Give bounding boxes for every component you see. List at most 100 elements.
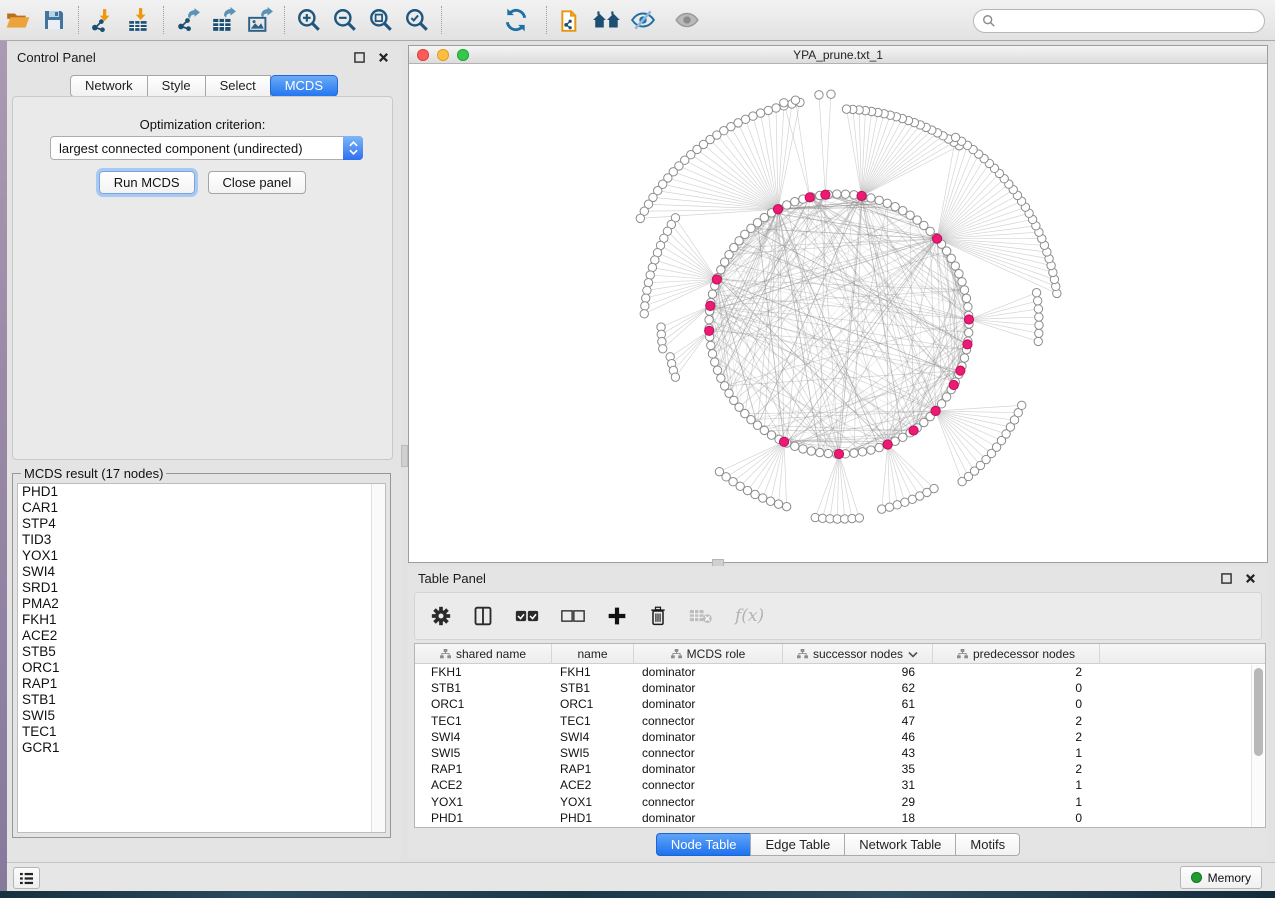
graph-node[interactable] [885, 503, 893, 511]
graph-node[interactable] [1034, 337, 1042, 345]
graph-node[interactable] [636, 214, 644, 222]
graph-node[interactable] [855, 514, 863, 522]
graph-node[interactable] [766, 497, 774, 505]
save-session-button[interactable] [36, 3, 72, 37]
function-builder-icon[interactable]: f(x) [735, 606, 764, 626]
tab-select[interactable]: Select [205, 75, 271, 97]
graph-node[interactable] [816, 448, 824, 456]
table-scrollbar-thumb[interactable] [1254, 668, 1263, 756]
graph-hub-node[interactable] [931, 406, 940, 415]
delete-table-button[interactable] [689, 601, 713, 631]
mcds-result-item[interactable]: RAP1 [18, 676, 385, 692]
graph-node[interactable] [791, 442, 799, 450]
graph-node[interactable] [841, 190, 849, 198]
graph-node[interactable] [1034, 305, 1042, 313]
vertical-splitter[interactable] [401, 45, 408, 862]
hide-selected-button[interactable] [625, 3, 661, 37]
graph-node[interactable] [646, 271, 654, 279]
graph-node[interactable] [867, 446, 875, 454]
graph-node[interactable] [878, 505, 886, 513]
graph-node[interactable] [782, 502, 790, 510]
graph-hub-node[interactable] [857, 191, 866, 200]
graph-node[interactable] [1033, 297, 1041, 305]
graph-node[interactable] [827, 90, 835, 98]
mcds-result-item[interactable]: CAR1 [18, 500, 385, 516]
mcds-result-item[interactable]: STB5 [18, 644, 385, 660]
graph-node[interactable] [705, 316, 713, 324]
table-row[interactable]: RAP1RAP1dominator352 [415, 761, 1265, 777]
float-panel-icon[interactable] [351, 49, 367, 65]
graph-node[interactable] [791, 198, 799, 206]
column-header-shared-name[interactable]: shared name [415, 644, 552, 664]
graph-node[interactable] [717, 374, 725, 382]
graph-node[interactable] [642, 294, 650, 302]
table-row[interactable]: FKH1FKH1dominator962 [415, 664, 1265, 680]
share-document-button[interactable] [553, 3, 589, 37]
graph-node[interactable] [720, 258, 728, 266]
tab-motifs[interactable]: Motifs [955, 833, 1020, 856]
mcds-list-scrollbar[interactable] [371, 484, 385, 832]
graph-node[interactable] [958, 278, 966, 286]
table-row[interactable]: STB1STB1dominator620 [415, 680, 1265, 696]
graph-node[interactable] [780, 99, 788, 107]
graph-node[interactable] [640, 310, 648, 318]
graph-node[interactable] [1035, 329, 1043, 337]
graph-hub-node[interactable] [706, 301, 715, 310]
tab-edge-table[interactable]: Edge Table [750, 833, 844, 856]
zoom-in-button[interactable] [291, 3, 327, 37]
graph-hub-node[interactable] [956, 366, 965, 375]
memory-button[interactable]: Memory [1180, 866, 1262, 889]
graph-node[interactable] [708, 350, 716, 358]
graph-node[interactable] [799, 445, 807, 453]
table-row[interactable]: PHD1PHD1dominator180 [415, 810, 1265, 826]
graph-node[interactable] [708, 290, 716, 298]
graph-node[interactable] [930, 484, 938, 492]
mcds-result-item[interactable]: ORC1 [18, 660, 385, 676]
mcds-result-list[interactable]: PHD1CAR1STP4TID3YOX1SWI4SRD1PMA2FKH1ACE2… [17, 483, 386, 833]
graph-node[interactable] [960, 286, 968, 294]
graph-node[interactable] [772, 104, 780, 112]
mcds-result-item[interactable]: TEC1 [18, 724, 385, 740]
export-image-button[interactable] [242, 3, 278, 37]
graph-node[interactable] [644, 278, 652, 286]
graph-node[interactable] [783, 201, 791, 209]
task-history-button[interactable] [13, 867, 40, 889]
graph-node[interactable] [960, 354, 968, 362]
graph-hub-node[interactable] [933, 234, 942, 243]
mcds-result-item[interactable]: YOX1 [18, 548, 385, 564]
graph-hub-node[interactable] [963, 340, 972, 349]
graph-node[interactable] [767, 431, 775, 439]
graph-node[interactable] [875, 443, 883, 451]
graph-hub-node[interactable] [949, 380, 958, 389]
graph-node[interactable] [824, 449, 832, 457]
table-settings-button[interactable] [431, 601, 451, 631]
column-header-successor-nodes[interactable]: successor nodes [783, 644, 933, 664]
network-graph[interactable] [409, 64, 1267, 562]
column-header-predecessor-nodes[interactable]: predecessor nodes [933, 644, 1100, 664]
graph-node[interactable] [643, 286, 651, 294]
mcds-result-item[interactable]: FKH1 [18, 612, 385, 628]
close-table-panel-icon[interactable] [1242, 570, 1258, 586]
graph-hub-node[interactable] [712, 275, 721, 284]
zoom-fit-button[interactable] [363, 3, 399, 37]
tab-network-table[interactable]: Network Table [844, 833, 955, 856]
add-column-button[interactable] [607, 601, 627, 631]
float-table-panel-icon[interactable] [1218, 570, 1234, 586]
table-row[interactable]: YOX1YOX1connector291 [415, 794, 1265, 810]
graph-node[interactable] [764, 106, 772, 114]
import-network-button[interactable] [85, 3, 121, 37]
graph-node[interactable] [867, 194, 875, 202]
mcds-result-item[interactable]: TID3 [18, 532, 385, 548]
graph-node[interactable] [717, 266, 725, 274]
graph-node[interactable] [774, 500, 782, 508]
graph-node[interactable] [791, 96, 799, 104]
mcds-result-item[interactable]: PHD1 [18, 484, 385, 500]
mcds-result-item[interactable]: SWI5 [18, 708, 385, 724]
table-row[interactable]: SWI4SWI4dominator462 [415, 729, 1265, 745]
graph-hub-node[interactable] [964, 315, 973, 324]
splitter-grip[interactable] [401, 445, 408, 467]
graph-node[interactable] [815, 91, 823, 99]
mcds-result-item[interactable]: GCR1 [18, 740, 385, 756]
select-all-button[interactable] [515, 601, 539, 631]
graph-node[interactable] [951, 133, 959, 141]
